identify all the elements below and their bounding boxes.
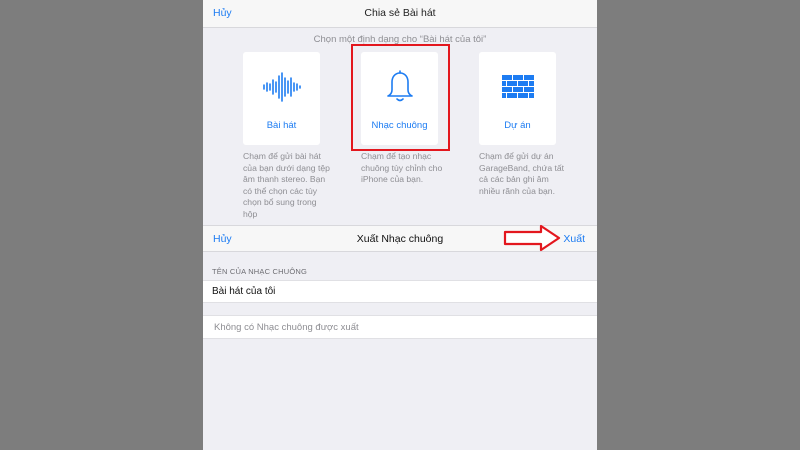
option-song-label: Bài hát: [266, 120, 297, 131]
option-project-label: Dự án: [504, 120, 531, 131]
ringtone-name-value: Bài hát của tôi: [212, 286, 276, 297]
waveform-icon: [243, 70, 320, 104]
option-project-description: Chạm để gửi dự án GarageBand, chứa tất c…: [479, 151, 565, 196]
option-project-card[interactable]: Dự án: [479, 52, 556, 145]
background-area: [203, 339, 597, 450]
ringtone-name-section-header: TÊN CỦA NHẠC CHUÔNG: [212, 267, 308, 276]
share-sheet-title: Chia sẻ Bài hát: [364, 7, 436, 19]
export-button[interactable]: Xuất: [563, 233, 585, 245]
option-song-description: Chạm để gửi bài hát của bạn dưới dạng tệ…: [243, 151, 330, 219]
ringtone-name-field[interactable]: Bài hát của tôi: [203, 280, 597, 303]
ringtone-highlight-annotation: [351, 44, 450, 151]
arrow-right-annotation-icon: [503, 224, 561, 252]
empty-ringtones-message: Không có Nhạc chuông được xuất: [214, 322, 359, 333]
option-ringtone-description: Chạm để tạo nhạc chuông tùy chỉnh cho iP…: [361, 151, 443, 184]
phone-screen: Hủy Chia sẻ Bài hát Chọn một định dạng c…: [203, 0, 597, 450]
share-sheet-header: Hủy Chia sẻ Bài hát: [203, 0, 597, 28]
option-song-card[interactable]: Bài hát: [243, 52, 320, 145]
exported-ringtones-list: Không có Nhạc chuông được xuất: [203, 315, 597, 339]
brick-wall-icon: [479, 70, 556, 104]
